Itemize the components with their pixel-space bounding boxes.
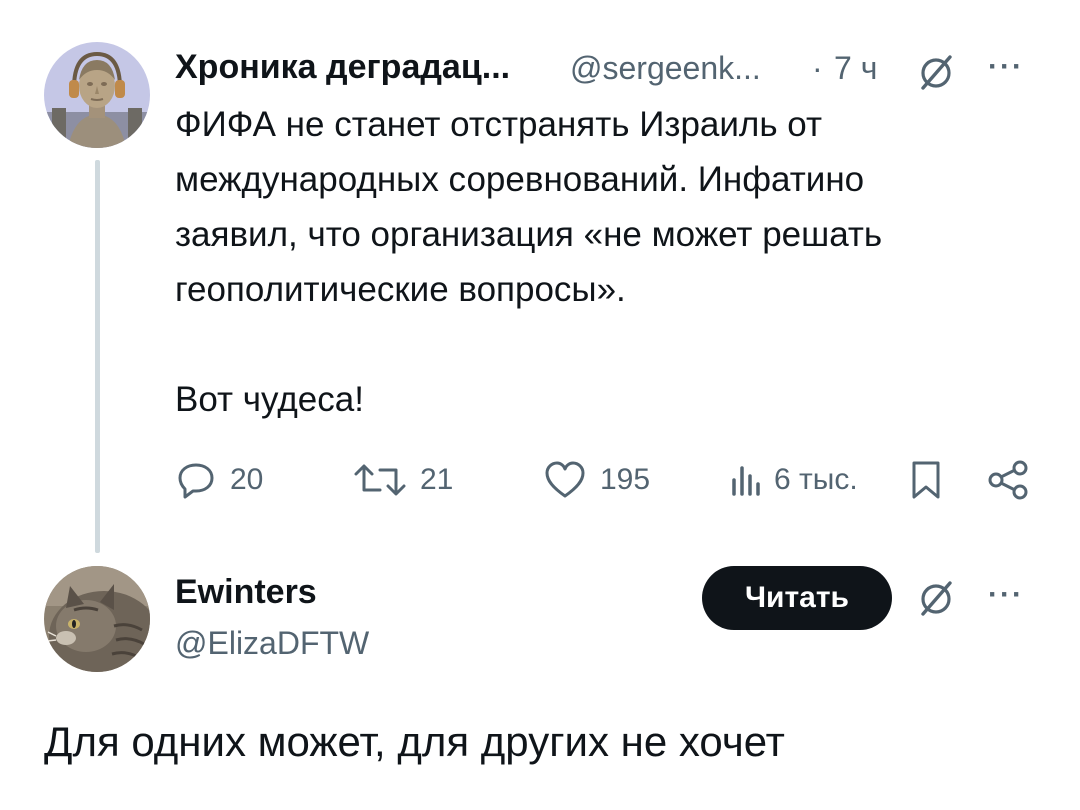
separator-dot: · (812, 50, 823, 86)
bookmark-icon[interactable] (908, 458, 944, 502)
views-action[interactable]: 6 тыс. (728, 458, 858, 502)
author-avatar[interactable] (44, 42, 150, 148)
retweet-action[interactable]: 21 (352, 458, 453, 502)
heart-icon (545, 461, 585, 498)
views-icon (732, 466, 760, 496)
retweet-count: 21 (420, 463, 454, 496)
like-count: 195 (600, 463, 651, 496)
reply-count: 20 (230, 463, 264, 496)
grok-icon[interactable] (916, 52, 956, 92)
share-icon[interactable] (986, 458, 1032, 502)
grok-icon[interactable] (916, 578, 956, 618)
reply-action[interactable]: 20 (174, 458, 263, 502)
retweet-icon (354, 464, 406, 496)
reply-icon (178, 463, 214, 499)
like-action[interactable]: 195 (542, 458, 650, 502)
views-count: 6 тыс. (774, 463, 858, 496)
reply-author-avatar[interactable] (44, 566, 150, 672)
author-name[interactable]: Хроника деградац... (175, 48, 510, 87)
author-handle[interactable]: @sergeenk... (570, 50, 761, 87)
thread-line (95, 160, 100, 553)
more-options-icon[interactable]: ··· (988, 50, 1024, 84)
follow-button[interactable]: Читать (702, 566, 892, 630)
reply-text: Для одних может, для других не хочет (44, 718, 785, 765)
timestamp[interactable]: 7 ч (834, 50, 877, 87)
reply-author-name[interactable]: Ewinters (175, 573, 317, 612)
reply-author-handle[interactable]: @ElizaDFTW (175, 625, 369, 662)
reply-more-options-icon[interactable]: ··· (988, 578, 1024, 612)
tweet-text: ФИФА не станет отстранять Израиль от меж… (175, 105, 883, 419)
